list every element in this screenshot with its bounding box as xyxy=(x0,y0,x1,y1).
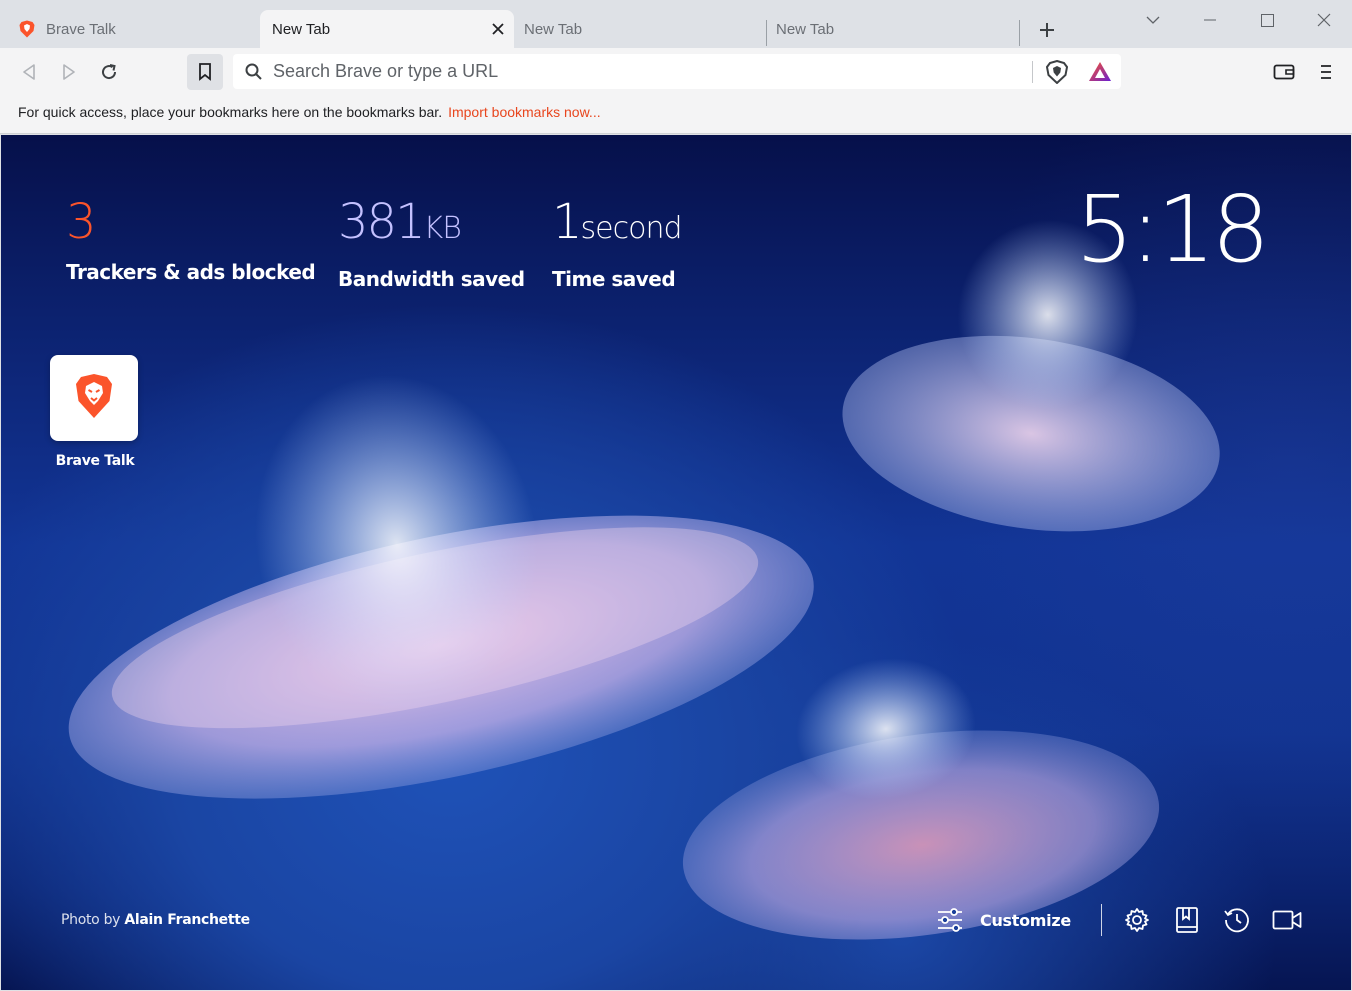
customize-label: Customize xyxy=(980,910,1071,930)
tab-strip: Brave Talk New Tab New Tab New Tab xyxy=(0,0,1352,48)
top-site-brave-talk[interactable]: Brave Talk xyxy=(50,355,140,469)
brave-rewards-icon[interactable] xyxy=(1086,58,1114,86)
new-tab-page: 3 Trackers & ads blocked 381KB Bandwidth… xyxy=(1,135,1351,990)
minimize-button[interactable] xyxy=(1195,8,1225,32)
wallet-icon[interactable] xyxy=(1270,58,1298,86)
tab-new-tab-3[interactable]: New Tab xyxy=(764,10,1014,48)
import-bookmarks-link[interactable]: Import bookmarks now... xyxy=(448,104,601,120)
time-unit: second xyxy=(580,211,683,246)
sliders-icon xyxy=(936,908,964,932)
stat-trackers-blocked: 3 Trackers & ads blocked xyxy=(66,190,316,284)
stat-time-saved: 1second Time saved xyxy=(552,190,683,291)
clock: 5:18 xyxy=(1075,176,1270,283)
tab-title: New Tab xyxy=(524,20,583,38)
tab-brave-talk[interactable]: Brave Talk xyxy=(6,10,256,48)
bandwidth-label: Bandwidth saved xyxy=(338,267,525,291)
tab-title: New Tab xyxy=(776,20,835,38)
reload-button[interactable] xyxy=(95,58,123,86)
bookmark-button[interactable] xyxy=(187,54,223,90)
brave-lion-icon xyxy=(74,373,114,424)
brave-shields-icon[interactable] xyxy=(1043,58,1071,86)
new-tab-button[interactable] xyxy=(1035,18,1059,42)
actions-divider xyxy=(1100,904,1102,936)
photo-credit: Photo by Alain Franchette xyxy=(61,912,250,928)
stat-bandwidth-saved: 381KB Bandwidth saved xyxy=(338,190,525,291)
history-icon[interactable] xyxy=(1220,903,1254,937)
forward-button[interactable] xyxy=(55,58,83,86)
tab-title: New Tab xyxy=(272,20,331,38)
customize-button[interactable]: Customize xyxy=(936,908,1071,932)
search-input[interactable] xyxy=(273,59,1033,84)
trackers-label: Trackers & ads blocked xyxy=(66,260,316,284)
time-value: 1 xyxy=(552,194,583,250)
address-bar[interactable] xyxy=(233,54,1121,89)
photo-credit-author: Alain Franchette xyxy=(124,912,250,928)
bandwidth-value: 381 xyxy=(338,194,426,250)
maximize-button[interactable] xyxy=(1252,8,1282,32)
menu-icon[interactable] xyxy=(1312,58,1340,86)
brave-talk-video-icon[interactable] xyxy=(1270,903,1304,937)
tab-search-chevron-icon[interactable] xyxy=(1138,8,1168,32)
photo-credit-prefix: Photo by xyxy=(61,912,125,928)
brave-lion-icon xyxy=(18,20,36,38)
bookmarks-bar-message: For quick access, place your bookmarks h… xyxy=(18,104,443,120)
toolbar xyxy=(0,48,1352,96)
bandwidth-unit: KB xyxy=(423,211,462,246)
close-window-button[interactable] xyxy=(1309,8,1339,32)
omnibox-divider xyxy=(1032,61,1033,83)
tab-title: Brave Talk xyxy=(46,20,116,38)
time-label: Time saved xyxy=(552,267,676,291)
back-button[interactable] xyxy=(15,58,43,86)
top-site-tile[interactable] xyxy=(50,355,138,441)
settings-gear-icon[interactable] xyxy=(1120,903,1154,937)
top-site-label: Brave Talk xyxy=(55,453,135,469)
search-icon xyxy=(245,63,262,85)
tab-divider xyxy=(1019,20,1020,46)
close-tab-icon[interactable] xyxy=(490,21,506,37)
tab-new-tab-active[interactable]: New Tab xyxy=(260,10,514,48)
trackers-count: 3 xyxy=(66,194,97,250)
bookmarks-icon[interactable] xyxy=(1170,903,1204,937)
ntp-actions: Customize xyxy=(936,903,1320,937)
bookmarks-bar: For quick access, place your bookmarks h… xyxy=(0,96,1352,134)
tab-new-tab-2[interactable]: New Tab xyxy=(512,10,762,48)
